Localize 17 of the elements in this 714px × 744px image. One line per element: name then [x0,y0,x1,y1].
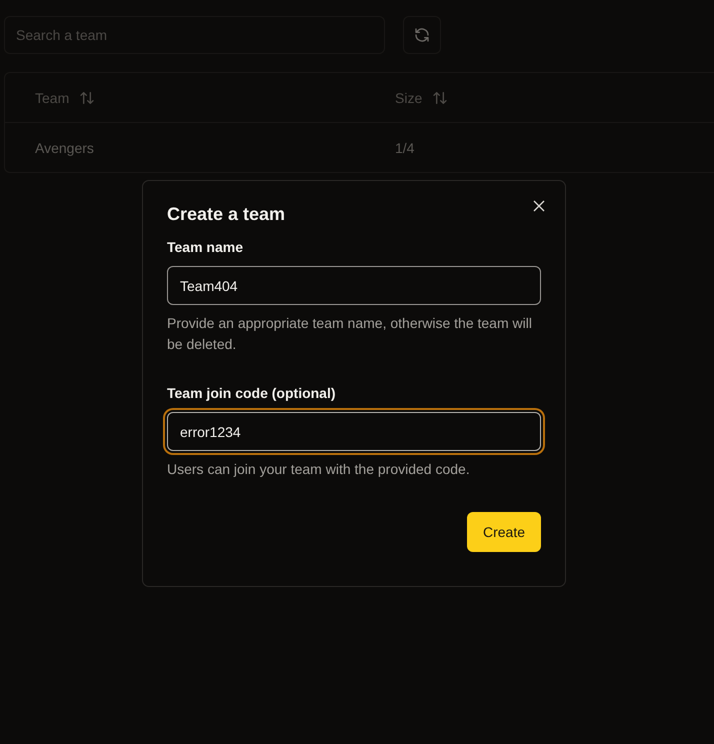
table-cell: 1/4 [395,140,414,156]
text-field[interactable]: Team404 [167,266,541,305]
text-field[interactable]: error1234 [167,412,541,451]
table-cell: Avengers [35,140,94,156]
sort-icon[interactable] [79,90,96,106]
refresh-button[interactable] [403,16,441,54]
close-button[interactable] [532,199,546,213]
search-field[interactable]: Search a team [4,16,385,54]
create-button[interactable]: Create [466,512,541,552]
field-label: Team name [167,239,244,255]
help-text: Provide an appropriate team name, otherwise the team will be deleted. [167,314,533,354]
refresh-icon [414,27,430,43]
close-icon [533,200,545,212]
help-text: Users can join your team with the provided code. [167,460,471,479]
dialog-title: Create a team [167,204,286,225]
sort-icon[interactable] [432,90,448,106]
field-label: Team join code (optional) [167,385,337,401]
